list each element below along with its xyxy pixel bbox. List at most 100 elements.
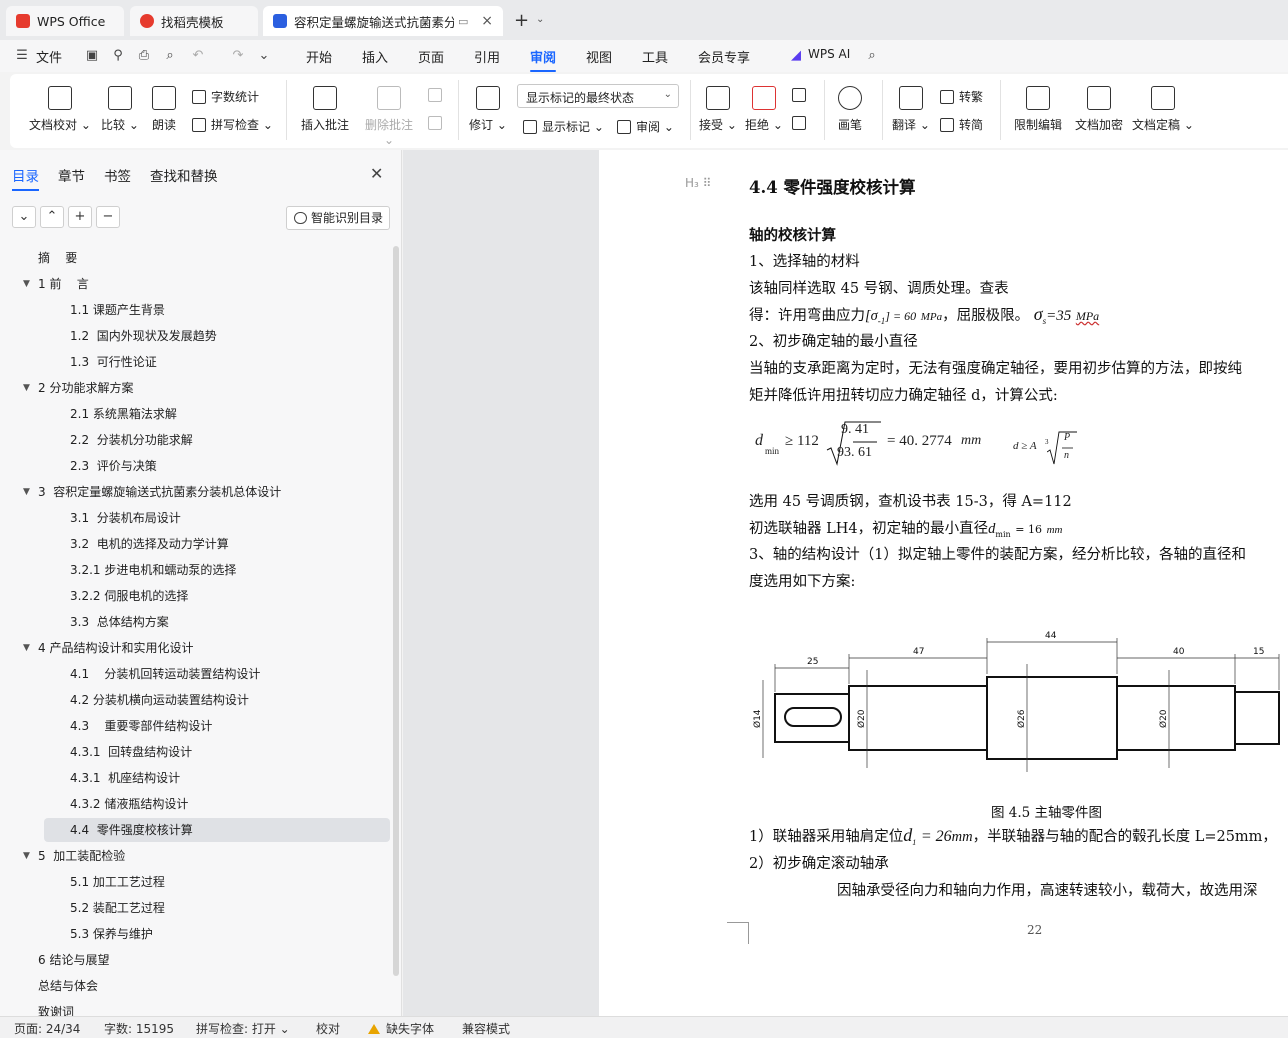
- more-icon[interactable]: ⌄: [256, 48, 272, 64]
- restrict-editing-button[interactable]: 限制编辑: [1010, 86, 1066, 133]
- toc-item[interactable]: 2.3 评价与决策: [70, 454, 157, 478]
- show-markup-button[interactable]: 显示标记 ⌄: [523, 118, 604, 135]
- menu-member[interactable]: 会员专享: [698, 47, 750, 66]
- redo-icon[interactable]: ↷: [230, 48, 246, 64]
- toc-item[interactable]: 5.2 装配工艺过程: [70, 896, 165, 920]
- review-pane-button[interactable]: 审阅 ⌄: [617, 118, 674, 135]
- next-change-button[interactable]: [792, 116, 811, 130]
- collapse-caret-icon[interactable]: ▼: [23, 844, 30, 868]
- add-heading-button[interactable]: +: [68, 206, 92, 228]
- tab-wps-office[interactable]: WPS Office: [6, 6, 124, 36]
- read-aloud-button[interactable]: 朗读: [148, 86, 180, 133]
- expand-down-button[interactable]: ⌄: [12, 206, 36, 228]
- menu-wps-ai[interactable]: WPS AI: [808, 47, 850, 61]
- tab-docer-templates[interactable]: 找稻壳模板: [130, 6, 258, 36]
- tab-current-document[interactable]: 容积定量螺旋输送式抗菌素分 ▭ ×: [263, 6, 503, 36]
- insert-comment-button[interactable]: 插入批注: [300, 86, 350, 133]
- print-preview-icon[interactable]: ⌕: [162, 48, 178, 64]
- toc-item[interactable]: 5.3 保养与维护: [70, 922, 153, 946]
- toc-item[interactable]: 4.3 重要零部件结构设计: [70, 714, 212, 738]
- toc-item[interactable]: 3.3 总体结构方案: [70, 610, 169, 634]
- toc-item[interactable]: 4.2 分装机横向运动装置结构设计: [70, 688, 249, 712]
- toc-item[interactable]: 摘 要: [38, 246, 77, 270]
- print-icon[interactable]: ⎙: [136, 48, 152, 64]
- track-changes-button[interactable]: 修订 ⌄: [468, 86, 508, 133]
- missing-font-status[interactable]: 缺失字体: [368, 1020, 434, 1037]
- collapse-up-button[interactable]: ⌃: [40, 206, 64, 228]
- toc-item[interactable]: 4.4 零件强度校核计算: [44, 818, 390, 842]
- delete-comment-button[interactable]: 删除批注 ⌄: [360, 86, 418, 147]
- menu-home[interactable]: 开始: [306, 47, 332, 66]
- toc-item[interactable]: 2.2 分装机分功能求解: [70, 428, 193, 452]
- tab-bookmarks[interactable]: 书签: [104, 165, 131, 185]
- close-tab-icon[interactable]: ×: [481, 13, 493, 29]
- toc-item[interactable]: 2.1 系统黑箱法求解: [70, 402, 177, 426]
- menu-references[interactable]: 引用: [474, 47, 500, 66]
- page-indicator[interactable]: 页面: 24/34: [14, 1020, 80, 1037]
- remove-heading-button[interactable]: −: [96, 206, 120, 228]
- menu-file[interactable]: 文件: [36, 47, 62, 66]
- toc-item[interactable]: 4.3.1 回转盘结构设计: [70, 740, 192, 764]
- toc-item[interactable]: 1.1 课题产生背景: [70, 298, 165, 322]
- toc-item[interactable]: 4.3.1 机座结构设计: [70, 766, 180, 790]
- menu-review[interactable]: 审阅: [530, 47, 557, 72]
- toc-item[interactable]: 3.2.1 步进电机和蠕动泵的选择: [70, 558, 236, 582]
- heading-marker-icon[interactable]: H₃ ⠿: [685, 176, 711, 190]
- toc-item[interactable]: 4.3.2 储液瓶结构设计: [70, 792, 188, 816]
- encrypt-document-button[interactable]: 文档加密: [1072, 86, 1126, 133]
- next-comment-button[interactable]: [428, 116, 447, 130]
- toc-item[interactable]: 2 分功能求解方案 ▼: [23, 376, 133, 400]
- to-traditional-button[interactable]: 转繁: [940, 88, 983, 105]
- undo-icon[interactable]: ↶: [190, 48, 206, 64]
- toc-item[interactable]: 4 产品结构设计和实用化设计 ▼: [23, 636, 193, 660]
- toc-scrollbar[interactable]: [393, 246, 399, 976]
- collapse-caret-icon[interactable]: ▼: [23, 272, 30, 296]
- document-page[interactable]: H₃ ⠿ 4.4 零件强度校核计算 轴的校核计算 1、选择轴的材料 该轴同样选取…: [599, 150, 1288, 1016]
- chevron-down-icon[interactable]: ⌄: [536, 14, 544, 25]
- menu-insert[interactable]: 插入: [362, 47, 388, 66]
- share-icon[interactable]: ⚲: [110, 48, 126, 64]
- word-count-button[interactable]: 字数统计: [192, 88, 259, 105]
- toc-item[interactable]: 3.1 分装机布局设计: [70, 506, 181, 530]
- accept-button[interactable]: 接受 ⌄: [698, 86, 738, 133]
- collapse-caret-icon[interactable]: ▼: [23, 636, 30, 660]
- to-simplified-button[interactable]: 转简: [940, 116, 983, 133]
- hamburger-menu-icon[interactable]: ☰: [14, 48, 30, 64]
- toc-item[interactable]: 3.2.2 伺服电机的选择: [70, 584, 188, 608]
- toc-item[interactable]: 6 结论与展望: [38, 948, 109, 972]
- translate-button[interactable]: 翻译 ⌄: [890, 86, 932, 133]
- ink-button[interactable]: 画笔: [834, 86, 866, 133]
- toc-item[interactable]: 5.1 加工工艺过程: [70, 870, 165, 894]
- toc-item[interactable]: 1.3 可行性论证: [70, 350, 157, 374]
- save-icon[interactable]: ▣: [84, 48, 100, 64]
- tab-sections[interactable]: 章节: [58, 165, 85, 185]
- tab-find-replace[interactable]: 查找和替换: [150, 165, 218, 185]
- toc-item[interactable]: 总结与体会: [38, 974, 98, 998]
- toc-item[interactable]: 1.2 国内外现状及发展趋势: [70, 324, 217, 348]
- toc-item[interactable]: 3.2 电机的选择及动力学计算: [70, 532, 229, 556]
- spell-check-status[interactable]: 拼写检查: 打开 ⌄: [196, 1020, 290, 1037]
- word-count-status[interactable]: 字数: 15195: [104, 1020, 174, 1037]
- proofread-button[interactable]: 文档校对 ⌄: [28, 86, 92, 133]
- reject-button[interactable]: 拒绝 ⌄: [744, 86, 784, 133]
- spell-check-button[interactable]: 拼写检查 ⌄: [192, 116, 273, 133]
- previous-change-button[interactable]: [792, 88, 811, 102]
- markup-state-select[interactable]: 显示标记的最终状态 ⌄: [517, 84, 679, 108]
- previous-comment-button[interactable]: [428, 88, 447, 102]
- new-tab-button[interactable]: +: [514, 10, 529, 31]
- smart-toc-button[interactable]: 智能识别目录: [286, 206, 390, 230]
- menu-view[interactable]: 视图: [586, 47, 612, 66]
- tab-toc[interactable]: 目录: [12, 165, 39, 191]
- search-icon[interactable]: ⌕: [864, 48, 880, 64]
- finalize-document-button[interactable]: 文档定稿 ⌄: [1132, 86, 1194, 133]
- toc-item[interactable]: 3 容积定量螺旋输送式抗菌素分装机总体设计 ▼: [23, 480, 281, 504]
- toc-item[interactable]: 4.1 分装机回转运动装置结构设计: [70, 662, 260, 686]
- close-icon[interactable]: ✕: [370, 164, 383, 183]
- proof-status[interactable]: 校对: [316, 1020, 340, 1037]
- menu-tools[interactable]: 工具: [642, 47, 668, 66]
- toc-item[interactable]: 1 前 言 ▼: [23, 272, 89, 296]
- toc-item[interactable]: 5 加工装配检验 ▼: [23, 844, 125, 868]
- collapse-caret-icon[interactable]: ▼: [23, 376, 30, 400]
- collapse-caret-icon[interactable]: ▼: [23, 480, 30, 504]
- menu-layout[interactable]: 页面: [418, 47, 444, 66]
